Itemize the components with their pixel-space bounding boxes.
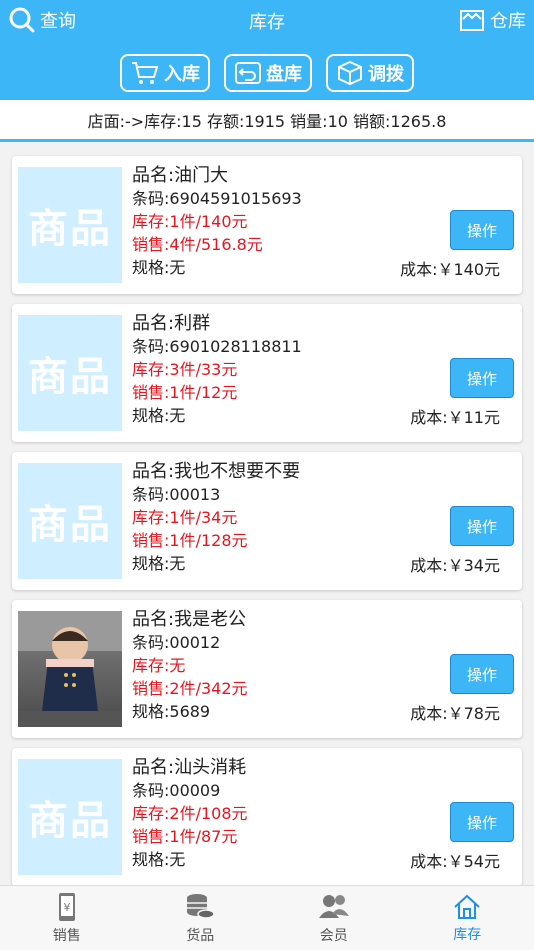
product-info: 品名:我是老公 条码:00012 库存:无 销售:2件/342元 规格:5689 bbox=[132, 608, 248, 723]
tab-sales-label: 销售 bbox=[52, 927, 81, 944]
product-spec: 规格:无 bbox=[132, 850, 186, 869]
product-cost: 成本:￥140元 bbox=[400, 260, 500, 279]
product-sales: 销售:1件/12元 bbox=[132, 383, 238, 402]
product-barcode: 条码:6904591015693 bbox=[132, 189, 302, 208]
product-sales: 销售:2件/342元 bbox=[132, 679, 248, 698]
product-thumbnail: 商品 bbox=[18, 463, 122, 579]
product-stock: 库存:1件/140元 bbox=[132, 212, 248, 231]
cart-icon bbox=[132, 62, 159, 84]
tab-goods-label: 货品 bbox=[186, 927, 215, 944]
product-sales: 销售:4件/516.8元 bbox=[132, 235, 263, 254]
coins-icon bbox=[187, 893, 215, 919]
product-thumbnail: 商品 bbox=[18, 315, 122, 431]
product-cost: 成本:￥11元 bbox=[410, 408, 500, 427]
product-thumbnail: 商品 bbox=[18, 759, 122, 875]
return-icon bbox=[235, 62, 261, 84]
operate-button[interactable]: 操作 bbox=[450, 210, 514, 250]
product-sales: 销售:1件/128元 bbox=[132, 531, 248, 550]
thumbnail-placeholder: 商品 bbox=[28, 798, 112, 844]
stock-summary: 店面:->库存:15 存额:1915 销量:10 销额:1265.8 bbox=[0, 100, 534, 142]
operate-button[interactable]: 操作 bbox=[450, 802, 514, 842]
operate-button[interactable]: 操作 bbox=[450, 358, 514, 398]
tab-inventory[interactable]: 库存 bbox=[401, 886, 534, 950]
action-bar: 入库 盘库 调拨 bbox=[0, 54, 534, 92]
product-sales: 销售:1件/87元 bbox=[132, 827, 238, 846]
product-info: 品名:利群 条码:6901028118811 库存:3件/33元 销售:1件/1… bbox=[132, 312, 302, 427]
baby-photo-icon bbox=[18, 611, 122, 727]
warehouse-icon bbox=[460, 10, 484, 31]
product-cost: 成本:￥34元 bbox=[410, 556, 500, 575]
box-icon bbox=[338, 60, 362, 86]
product-list[interactable]: 商品 品名:油门大 条码:6904591015693 库存:1件/140元 销售… bbox=[0, 152, 534, 885]
operate-button[interactable]: 操作 bbox=[450, 654, 514, 694]
product-barcode: 条码:00013 bbox=[132, 485, 221, 504]
product-spec: 规格:无 bbox=[132, 258, 186, 277]
product-spec: 规格:无 bbox=[132, 406, 186, 425]
product-barcode: 条码:00009 bbox=[132, 781, 221, 800]
product-stock: 库存:2件/108元 bbox=[132, 804, 248, 823]
stock-in-button[interactable]: 入库 bbox=[120, 54, 210, 92]
inventory-check-label: 盘库 bbox=[266, 64, 302, 85]
home-icon bbox=[454, 894, 480, 919]
inventory-check-button[interactable]: 盘库 bbox=[224, 54, 312, 92]
product-info: 品名:汕头消耗 条码:00009 库存:2件/108元 销售:1件/87元 规格… bbox=[132, 756, 248, 871]
svg-text:¥: ¥ bbox=[63, 901, 70, 914]
tab-members[interactable]: 会员 bbox=[267, 886, 401, 950]
product-barcode: 条码:6901028118811 bbox=[132, 337, 302, 356]
product-card: 品名:我是老公 条码:00012 库存:无 销售:2件/342元 规格:5689… bbox=[12, 600, 522, 738]
thumbnail-placeholder: 商品 bbox=[28, 502, 112, 548]
product-name: 品名:油门大 bbox=[132, 165, 229, 186]
product-card: 商品 品名:利群 条码:6901028118811 库存:3件/33元 销售:1… bbox=[12, 304, 522, 442]
product-cost: 成本:￥54元 bbox=[410, 852, 500, 871]
product-name: 品名:利群 bbox=[132, 313, 211, 334]
warehouse-label: 仓库 bbox=[490, 11, 526, 32]
product-name: 品名:我也不想要不要 bbox=[132, 461, 301, 482]
product-spec: 规格:5689 bbox=[132, 702, 211, 721]
thumbnail-placeholder: 商品 bbox=[28, 354, 112, 400]
product-spec: 规格:无 bbox=[132, 554, 186, 573]
product-photo bbox=[18, 611, 122, 727]
product-barcode: 条码:00012 bbox=[132, 633, 221, 652]
product-info: 品名:油门大 条码:6904591015693 库存:1件/140元 销售:4件… bbox=[132, 164, 302, 279]
thumbnail-placeholder: 商品 bbox=[28, 206, 112, 252]
users-icon bbox=[318, 894, 349, 918]
phone-yen-icon: ¥ bbox=[58, 892, 75, 921]
tab-members-label: 会员 bbox=[319, 927, 348, 944]
tab-sales[interactable]: ¥ 销售 bbox=[0, 886, 134, 950]
tab-goods[interactable]: 货品 bbox=[134, 886, 268, 950]
page-title: 库存 bbox=[249, 12, 285, 33]
product-card: 商品 品名:我也不想要不要 条码:00013 库存:1件/34元 销售:1件/1… bbox=[12, 452, 522, 590]
product-stock: 库存:1件/34元 bbox=[132, 508, 238, 527]
product-card: 商品 品名:汕头消耗 条码:00009 库存:2件/108元 销售:1件/87元… bbox=[12, 748, 522, 885]
product-info: 品名:我也不想要不要 条码:00013 库存:1件/34元 销售:1件/128元… bbox=[132, 460, 300, 575]
top-header: 查询 库存 仓库 入库 盘库 调拨 bbox=[0, 0, 534, 100]
transfer-label: 调拨 bbox=[368, 64, 404, 85]
product-card: 商品 品名:油门大 条码:6904591015693 库存:1件/140元 销售… bbox=[12, 156, 522, 294]
transfer-button[interactable]: 调拨 bbox=[326, 54, 414, 92]
bottom-tab-bar: ¥ 销售 货品 会员 库存 bbox=[0, 885, 534, 950]
product-stock: 库存:3件/33元 bbox=[132, 360, 238, 379]
product-name: 品名:汕头消耗 bbox=[132, 757, 247, 778]
stock-in-label: 入库 bbox=[164, 64, 200, 85]
product-thumbnail: 商品 bbox=[18, 167, 122, 283]
warehouse-button[interactable]: 仓库 bbox=[458, 6, 526, 34]
product-name: 品名:我是老公 bbox=[132, 609, 247, 630]
tab-inventory-label: 库存 bbox=[453, 926, 482, 943]
operate-button[interactable]: 操作 bbox=[450, 506, 514, 546]
product-stock: 库存:无 bbox=[132, 656, 186, 675]
product-cost: 成本:￥78元 bbox=[410, 704, 500, 723]
